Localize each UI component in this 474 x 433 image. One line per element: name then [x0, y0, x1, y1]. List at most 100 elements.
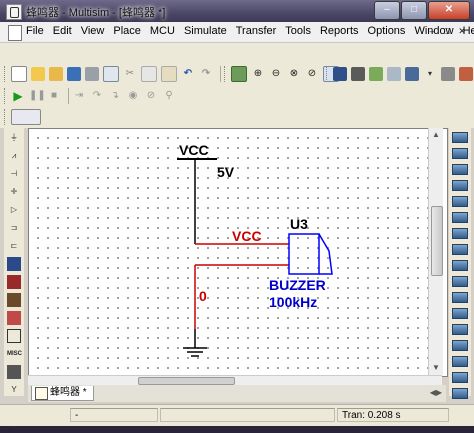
current-probe-icon[interactable]: [452, 388, 468, 399]
menu-mcu[interactable]: MCU: [150, 25, 175, 37]
function-generator-icon[interactable]: [452, 148, 468, 159]
grapher-icon[interactable]: [405, 67, 419, 81]
mcu-module-icon[interactable]: [7, 257, 21, 271]
open-sample-icon[interactable]: [49, 67, 63, 81]
minimize-button[interactable]: –: [374, 1, 400, 20]
breakpoint-icon[interactable]: ◉: [126, 89, 140, 103]
basic-icon[interactable]: ⩘: [7, 149, 21, 163]
toolbar-grip[interactable]: [4, 88, 8, 104]
stop-simulation-icon[interactable]: ■: [47, 89, 61, 103]
wattmeter-icon[interactable]: [452, 164, 468, 175]
redo-icon[interactable]: ↷: [199, 67, 213, 81]
menu-options[interactable]: Options: [368, 25, 406, 37]
open-folder-icon[interactable]: [31, 67, 45, 81]
power-component-icon[interactable]: [7, 329, 21, 343]
menu-file[interactable]: File: [26, 25, 44, 37]
toolbar-grip[interactable]: [326, 66, 330, 82]
schematic-workspace[interactable]: VCC 5V VCC 0 U3 BUZZER 100kHz: [28, 128, 448, 377]
design-toolbox-icon[interactable]: [333, 67, 347, 81]
save-icon[interactable]: [67, 67, 81, 81]
logic-analyzer-icon[interactable]: [452, 276, 468, 287]
transistor-icon[interactable]: ✛: [7, 185, 21, 199]
menu-tools[interactable]: Tools: [285, 25, 311, 37]
horizontal-scrollbar[interactable]: [28, 375, 442, 385]
step-icon[interactable]: ⇥: [72, 89, 86, 103]
document-icon[interactable]: [8, 25, 22, 41]
multimeter-icon[interactable]: [452, 132, 468, 143]
component-wizard-icon[interactable]: [387, 67, 401, 81]
toolbar-grip[interactable]: [4, 66, 8, 82]
step-into-icon[interactable]: ↴: [108, 89, 122, 103]
mdi-minimize-button[interactable]: –: [426, 25, 438, 37]
analog-icon[interactable]: ▷: [7, 203, 21, 217]
cut-icon[interactable]: ✂: [123, 67, 137, 81]
rf-icon[interactable]: Y: [7, 383, 21, 397]
close-button[interactable]: ✕: [428, 1, 470, 20]
ladder-icon[interactable]: [11, 109, 41, 125]
zoom-out-icon[interactable]: ⊖: [269, 67, 283, 81]
document-tab[interactable]: 蜂鸣器 *: [31, 386, 94, 401]
mixed-icon[interactable]: [7, 293, 21, 307]
cmos-icon[interactable]: ⊏: [7, 239, 21, 253]
probe-icon[interactable]: ⚲: [162, 89, 176, 103]
horizontal-scroll-thumb[interactable]: [138, 377, 235, 385]
buzzer-horn[interactable]: [318, 233, 333, 275]
print-preview-icon[interactable]: [103, 66, 119, 82]
iv-analyzer-icon[interactable]: [452, 292, 468, 303]
ttl-icon[interactable]: ⊐: [7, 221, 21, 235]
resize-grip-icon[interactable]: [451, 408, 471, 422]
scroll-up-icon[interactable]: ▲: [430, 129, 442, 141]
toolbar-grip[interactable]: [224, 66, 228, 82]
mdi-close-button[interactable]: ✕: [456, 25, 468, 37]
menu-reports[interactable]: Reports: [320, 25, 359, 37]
spreadsheet-view-icon[interactable]: [351, 67, 365, 81]
menu-transfer[interactable]: Transfer: [236, 25, 277, 37]
new-file-icon[interactable]: [11, 66, 27, 82]
menu-place[interactable]: Place: [113, 25, 141, 37]
toolbar-grip[interactable]: [4, 109, 8, 125]
paste-icon[interactable]: [161, 66, 177, 82]
postprocessor-icon[interactable]: [441, 67, 455, 81]
zoom-area-icon[interactable]: ⊗: [287, 67, 301, 81]
step-over-icon[interactable]: ↷: [90, 89, 104, 103]
menu-view[interactable]: View: [81, 25, 105, 37]
misc-icon[interactable]: MISC: [7, 347, 22, 361]
tektronix-instrument-icon[interactable]: [452, 372, 468, 383]
print-icon[interactable]: [85, 67, 99, 81]
distortion-analyzer-icon[interactable]: [452, 308, 468, 319]
run-simulation-icon[interactable]: ▶: [11, 89, 25, 103]
erc-icon[interactable]: [459, 67, 473, 81]
logic-converter-icon[interactable]: [452, 260, 468, 271]
frequency-counter-icon[interactable]: [452, 228, 468, 239]
scroll-down-icon[interactable]: ▼: [430, 362, 442, 374]
source-icon[interactable]: ⏚: [7, 131, 21, 145]
maximize-button[interactable]: □: [401, 1, 427, 20]
schematic-canvas[interactable]: VCC 5V VCC 0 U3 BUZZER 100kHz: [29, 129, 447, 376]
menu-simulate[interactable]: Simulate: [184, 25, 227, 37]
indicator-icon[interactable]: [7, 311, 21, 325]
remove-breakpoints-icon[interactable]: ⊘: [144, 89, 158, 103]
vertical-scroll-thumb[interactable]: [431, 206, 443, 276]
network-analyzer-icon[interactable]: [452, 340, 468, 351]
advanced-peripherals-icon[interactable]: [7, 365, 21, 379]
four-channel-oscilloscope-icon[interactable]: [452, 196, 468, 207]
vertical-scrollbar[interactable]: ▲ ▼: [428, 128, 443, 375]
menu-edit[interactable]: Edit: [53, 25, 72, 37]
zoom-in-icon[interactable]: ⊕: [251, 67, 265, 81]
misc-digital-icon[interactable]: [7, 275, 21, 289]
dropdown-arrow-icon[interactable]: ▾: [423, 67, 437, 81]
word-generator-icon[interactable]: [452, 244, 468, 255]
database-manager-icon[interactable]: [369, 67, 383, 81]
tab-scroll-icon[interactable]: ◀▶: [430, 388, 442, 397]
mdi-restore-button[interactable]: □: [441, 25, 453, 37]
zoom-fit-icon[interactable]: ⊘: [305, 67, 319, 81]
title-bar[interactable]: 蜂鸣器 - Multisim - [蜂鸣器 *] – □ ✕: [0, 0, 474, 22]
copy-icon[interactable]: [141, 66, 157, 82]
pause-simulation-icon[interactable]: ❚❚: [29, 89, 46, 103]
diode-icon[interactable]: ⊣: [7, 167, 21, 181]
spectrum-analyzer-icon[interactable]: [452, 324, 468, 335]
bode-plotter-icon[interactable]: [452, 212, 468, 223]
app-icon[interactable]: [6, 4, 22, 20]
buzzer-body[interactable]: [288, 233, 320, 275]
agilent-instrument-icon[interactable]: [452, 356, 468, 367]
